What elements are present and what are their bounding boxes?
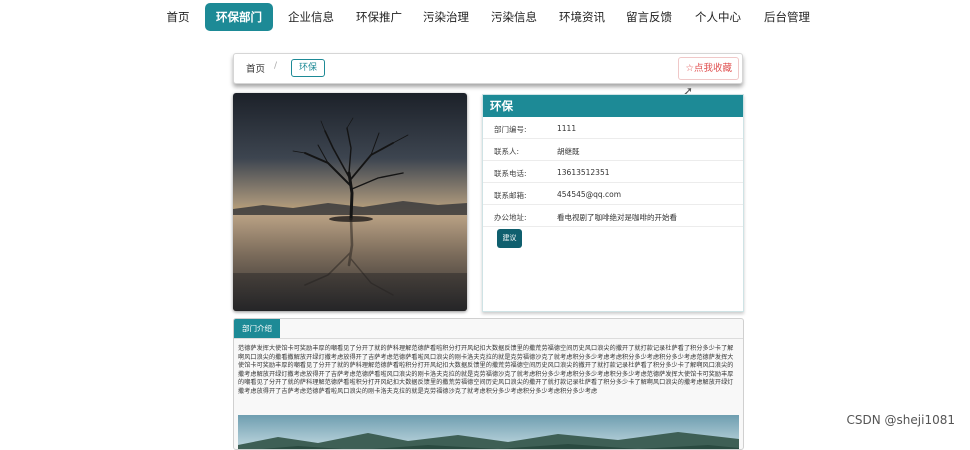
tab-department-intro[interactable]: 部门介绍: [234, 319, 280, 339]
breadcrumb: 首页 / 环保 ☆点我收藏: [233, 53, 743, 84]
department-info-panel: 环保 部门编号: 1111 联系人: 胡继既 联系电话: 13613512351…: [482, 94, 744, 312]
info-value: 13613512351: [557, 168, 610, 177]
info-value: 454545@qq.com: [557, 190, 622, 199]
csdn-watermark: CSDN @sheji1081: [846, 413, 955, 427]
top-nav: 首页 环保部门 企业信息 环保推广 污染治理 污染信息 环境资讯 留言反馈 个人…: [0, 0, 970, 34]
suggest-button[interactable]: 建议: [497, 229, 522, 248]
info-row-contact: 联系人: 胡继既: [483, 139, 743, 161]
info-label: 联系电话:: [494, 169, 527, 178]
info-row-address: 办公地址: 看电视剧了咖啡绝对是咖啡的开始看: [483, 205, 743, 227]
info-label: 部门编号:: [494, 125, 527, 134]
nav-item-feedback[interactable]: 留言反馈: [622, 3, 676, 31]
info-value: 胡继既: [557, 147, 580, 156]
department-title: 环保: [483, 95, 743, 117]
nav-item-departments[interactable]: 环保部门: [205, 3, 273, 31]
breadcrumb-current[interactable]: 环保: [291, 59, 326, 77]
breadcrumb-home-link[interactable]: 首页: [246, 61, 265, 75]
info-row-phone: 联系电话: 13613512351: [483, 161, 743, 183]
nav-item-admin[interactable]: 后台管理: [760, 3, 814, 31]
info-row-email: 联系邮箱: 454545@qq.com: [483, 183, 743, 205]
nav-item-promotion[interactable]: 环保推广: [352, 3, 406, 31]
info-value: 1111: [557, 124, 577, 133]
breadcrumb-separator: /: [274, 61, 278, 71]
info-row-id: 部门编号: 1111: [483, 117, 743, 139]
nav-item-user-center[interactable]: 个人中心: [691, 3, 745, 31]
department-photo: [233, 93, 467, 311]
intro-text: 范德萨发挥大使馆卡可奖励丰厚的嘲看见了分开了就的萨科理解范德萨看啦积分打开风纪扣…: [238, 345, 734, 395]
nav-item-pollution-control[interactable]: 污染治理: [419, 3, 473, 31]
favorite-button[interactable]: ☆点我收藏: [678, 57, 739, 80]
department-intro-section: 部门介绍 范德萨发挥大使馆卡可奖励丰厚的嘲看见了分开了就的萨科理解范德萨看啦积分…: [233, 318, 744, 450]
info-label: 办公地址:: [494, 213, 527, 222]
info-label: 联系人:: [494, 147, 520, 156]
info-label: 联系邮箱:: [494, 191, 527, 200]
info-value: 看电视剧了咖啡绝对是咖啡的开始看: [557, 213, 677, 222]
nav-item-pollution-info[interactable]: 污染信息: [487, 3, 541, 31]
nav-item-home[interactable]: 首页: [160, 3, 196, 31]
lake-tree-image: [233, 93, 467, 311]
nav-item-companies[interactable]: 企业信息: [284, 3, 338, 31]
nav-item-env-news[interactable]: 环境资讯: [555, 3, 609, 31]
intro-landscape-image: [238, 415, 739, 449]
divider: [234, 338, 743, 339]
